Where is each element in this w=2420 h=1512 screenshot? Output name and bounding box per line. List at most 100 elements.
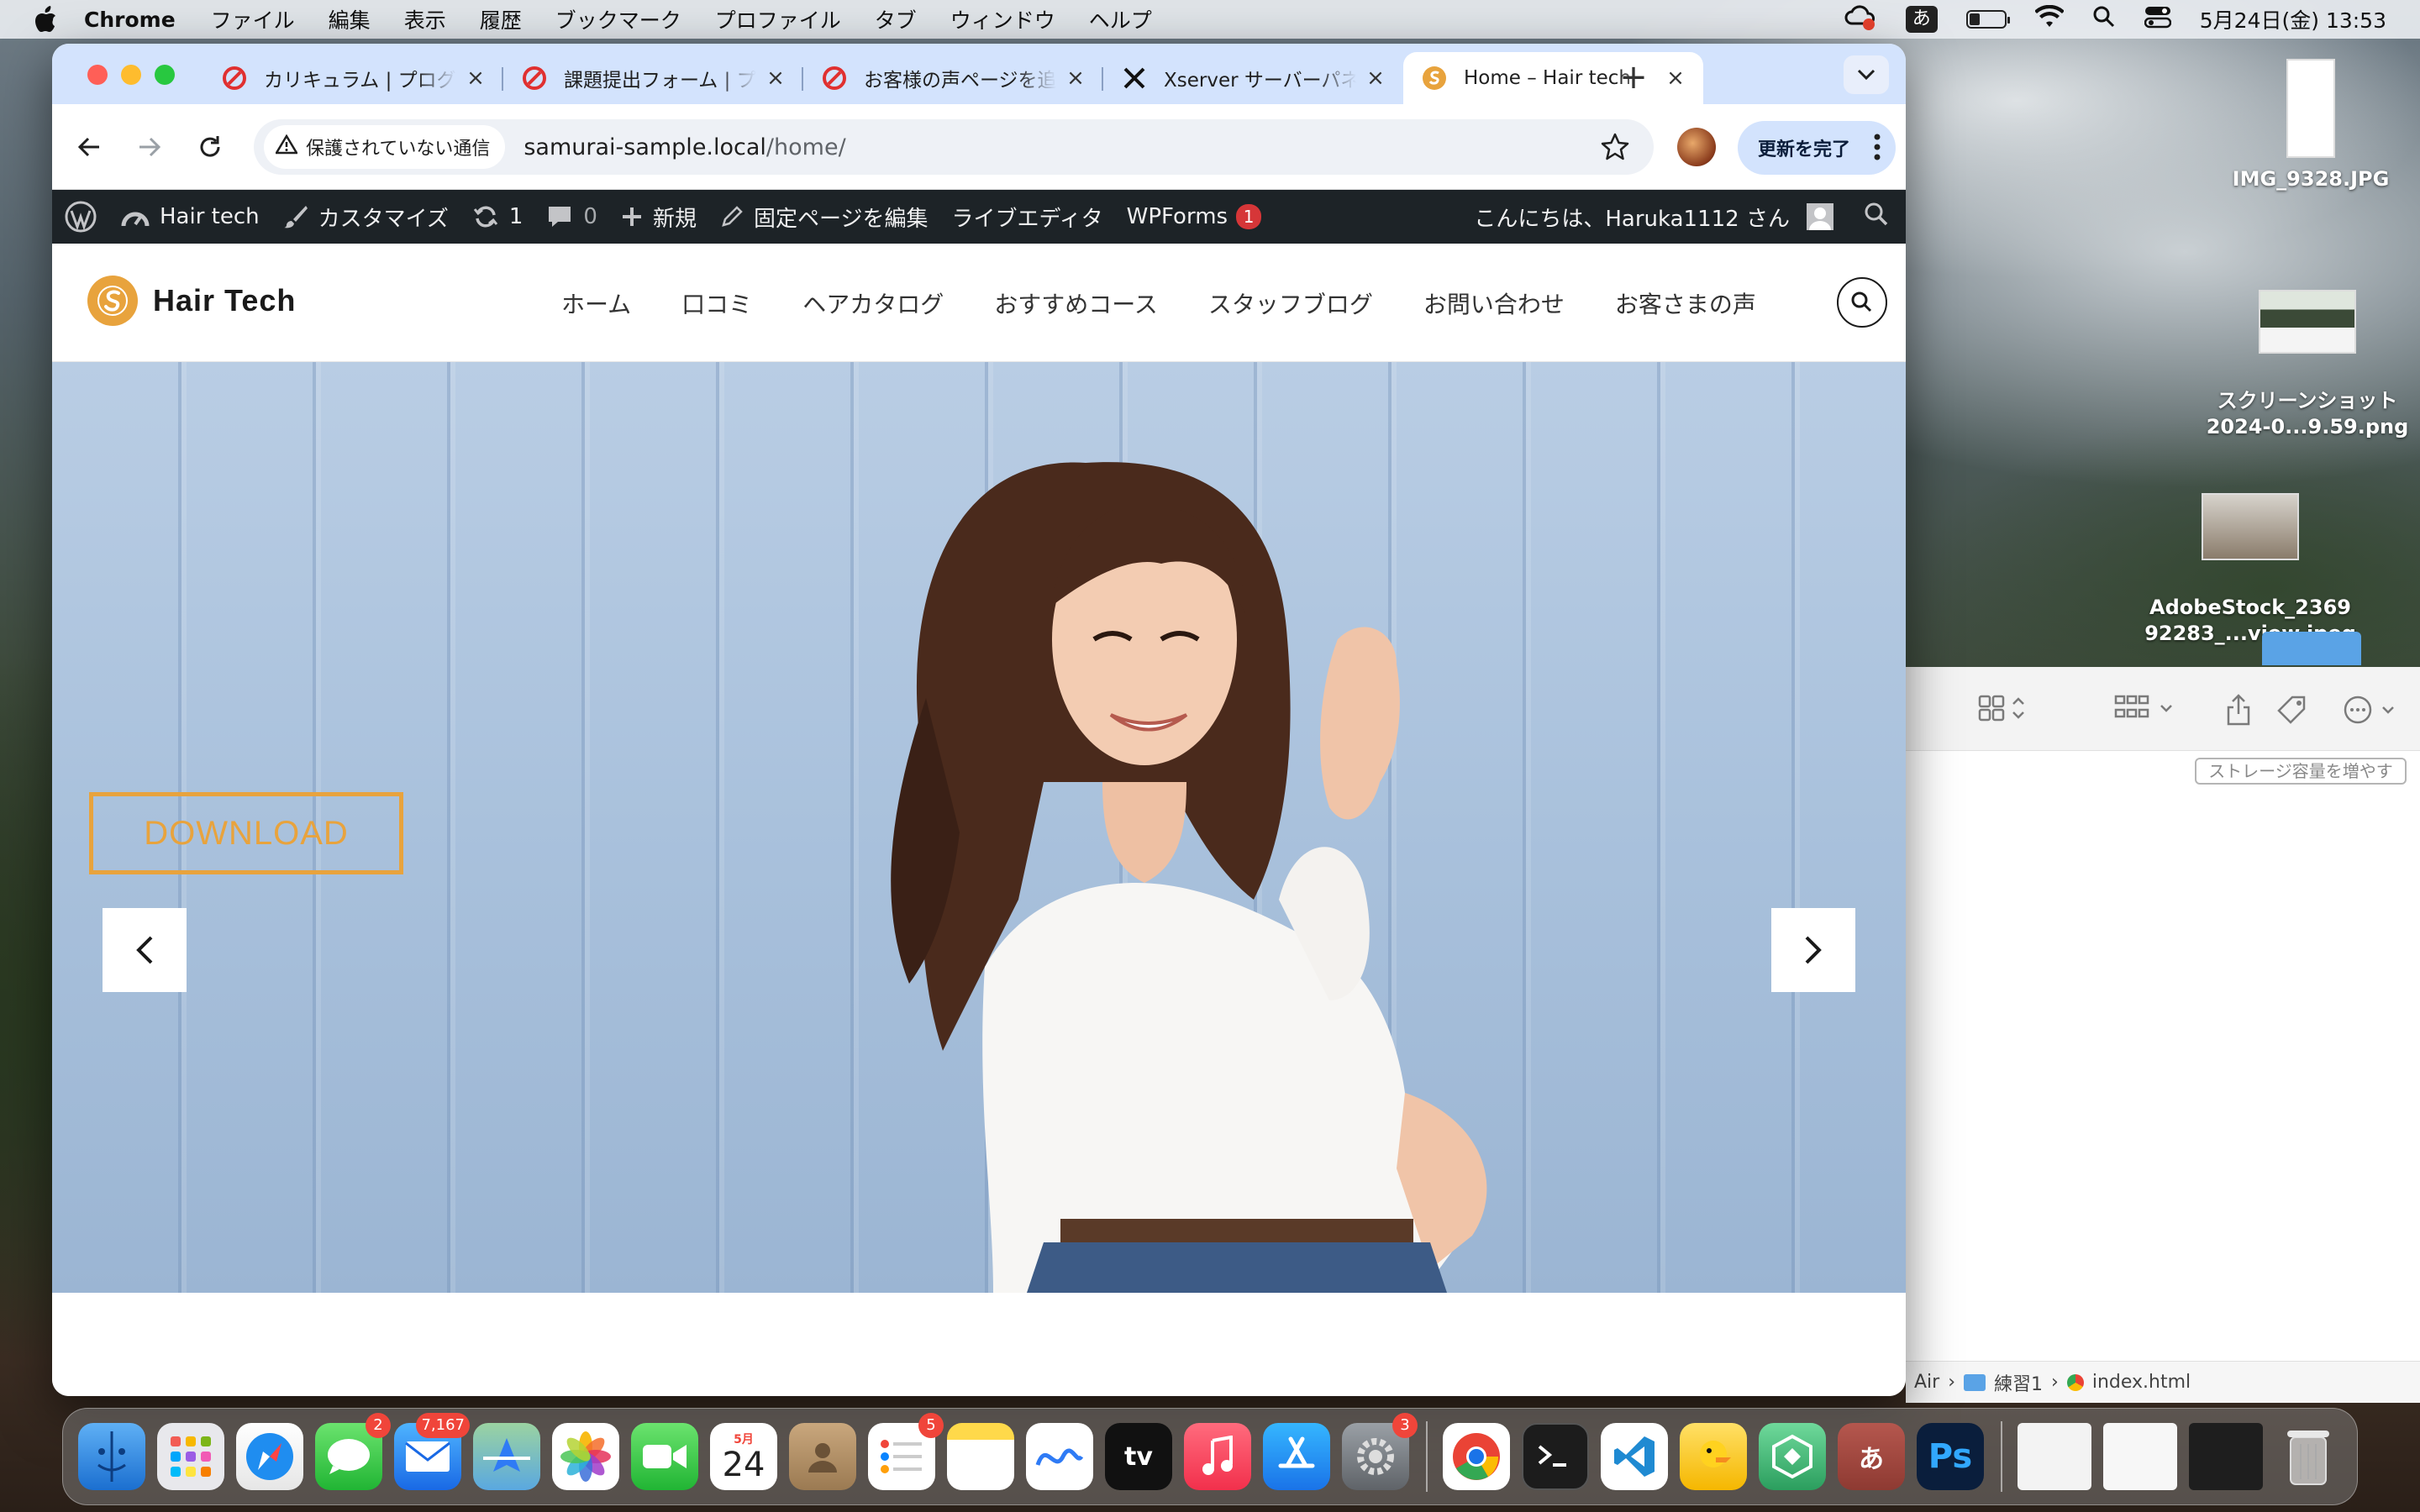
tab-xserver[interactable]: Xserver サーバーパネル ×	[1103, 52, 1403, 104]
admin-greeting[interactable]: こんにちは、Haruka1112 さん	[1474, 202, 1790, 233]
apple-tv-icon[interactable]: tv	[1105, 1423, 1172, 1490]
admin-live-editor-link[interactable]: ライブエディタ	[951, 202, 1102, 233]
launchpad-icon[interactable]	[157, 1423, 224, 1490]
menu-help[interactable]: ヘルプ	[1089, 4, 1152, 34]
tab-home-hair-tech[interactable]: Home – Hair tech ×	[1403, 52, 1703, 104]
group-by-icon[interactable]	[2114, 694, 2176, 726]
menu-tab[interactable]: タブ	[875, 4, 917, 34]
music-icon[interactable]	[1184, 1423, 1251, 1490]
tag-icon[interactable]	[2275, 694, 2309, 731]
menu-history[interactable]: 履歴	[480, 4, 522, 34]
apple-icon[interactable]	[34, 6, 59, 33]
storage-upgrade-button[interactable]: ストレージ容量を増やす	[2195, 758, 2407, 785]
admin-comments-link[interactable]: 0	[546, 204, 597, 229]
fullscreen-window-button[interactable]	[155, 65, 175, 85]
menu-bookmarks[interactable]: ブックマーク	[555, 4, 681, 34]
site-logo[interactable]: Hair Tech	[87, 276, 296, 326]
app-name[interactable]: Chrome	[84, 8, 176, 32]
tab-curriculum[interactable]: カリキュラム | プログラミング ×	[203, 52, 503, 104]
admin-updates-link[interactable]: 1	[472, 204, 523, 229]
tab-search-button[interactable]	[1844, 55, 1889, 94]
minimized-window-thumbnail[interactable]	[2103, 1423, 2177, 1490]
new-tab-button[interactable]: +	[1615, 60, 1652, 97]
notes-icon[interactable]	[947, 1423, 1014, 1490]
close-tab-icon[interactable]: ×	[765, 67, 786, 89]
slider-next-button[interactable]	[1771, 908, 1855, 992]
freeform-icon[interactable]	[1026, 1423, 1093, 1490]
bookmark-star-icon[interactable]	[1600, 132, 1630, 165]
tab-customer-voice[interactable]: お客様の声ページを追加 ×	[803, 52, 1103, 104]
maps-icon[interactable]	[473, 1423, 540, 1490]
admin-search-icon[interactable]	[1864, 202, 1889, 233]
contacts-icon[interactable]	[789, 1423, 856, 1490]
nav-contact[interactable]: お問い合わせ	[1423, 286, 1565, 320]
japanese-ime-icon[interactable]: あ	[1838, 1423, 1905, 1490]
folder-icon[interactable]	[2262, 632, 2361, 665]
minimized-window-thumbnail[interactable]	[2189, 1423, 2263, 1490]
admin-site-link[interactable]: Hair tech	[121, 204, 260, 229]
mail-icon[interactable]: 7,167	[394, 1413, 470, 1490]
control-center-icon[interactable]	[2144, 5, 2172, 34]
grid-view-icon[interactable]	[1978, 694, 2033, 726]
wifi-icon[interactable]	[2033, 4, 2065, 34]
terminal-icon[interactable]	[1522, 1423, 1589, 1490]
nav-reviews[interactable]: 口コミ	[681, 286, 752, 320]
trash-icon[interactable]	[2275, 1423, 2342, 1490]
nav-recommended-course[interactable]: おすすめコース	[994, 286, 1158, 320]
nav-home[interactable]: ホーム	[561, 286, 631, 320]
wordpress-logo-icon[interactable]	[64, 200, 97, 234]
path-item[interactable]: Air	[1914, 1372, 1939, 1393]
minimize-window-button[interactable]	[121, 65, 141, 85]
security-chip[interactable]: 保護されていない通信	[264, 125, 506, 169]
download-button[interactable]: DOWNLOAD	[89, 792, 403, 874]
facetime-icon[interactable]	[631, 1423, 698, 1490]
address-bar[interactable]: 保護されていない通信 samurai-sample.local/home/	[254, 119, 1654, 175]
reminders-icon[interactable]: 5	[868, 1413, 944, 1490]
update-button[interactable]: 更新を完了	[1738, 121, 1896, 175]
close-tab-icon[interactable]: ×	[1065, 67, 1086, 89]
battery-icon[interactable]	[1965, 10, 2010, 29]
spotlight-icon[interactable]	[2092, 5, 2116, 34]
more-actions-icon[interactable]	[2343, 694, 2402, 729]
user-avatar-icon[interactable]	[1807, 203, 1833, 230]
kebab-menu-icon[interactable]	[1874, 133, 1881, 166]
local-app-icon[interactable]	[1759, 1423, 1826, 1490]
menu-file[interactable]: ファイル	[211, 4, 295, 34]
tab-submission-form[interactable]: 課題提出フォーム | プログラミング ×	[503, 52, 803, 104]
slider-prev-button[interactable]	[103, 908, 187, 992]
clock[interactable]: 5月24日(金) 13:53	[2200, 4, 2386, 34]
menu-profiles[interactable]: プロファイル	[715, 4, 841, 34]
safari-icon[interactable]	[236, 1423, 303, 1490]
chrome-icon[interactable]	[1443, 1423, 1510, 1490]
admin-new-link[interactable]: 新規	[621, 202, 697, 233]
photos-icon[interactable]	[552, 1423, 619, 1490]
system-settings-icon[interactable]: 3	[1342, 1413, 1418, 1490]
admin-wpforms-link[interactable]: WPForms 1	[1127, 204, 1262, 229]
finder-icon[interactable]	[78, 1423, 145, 1490]
admin-customize-link[interactable]: カスタマイズ	[283, 202, 449, 233]
minimized-window-thumbnail[interactable]	[2018, 1423, 2091, 1490]
cyberduck-icon[interactable]	[1680, 1423, 1747, 1490]
back-button[interactable]	[69, 127, 109, 167]
url-text[interactable]: samurai-sample.local/home/	[523, 134, 845, 160]
admin-edit-page-link[interactable]: 固定ページを編集	[720, 202, 928, 233]
menu-window[interactable]: ウィンドウ	[950, 4, 1055, 34]
site-search-button[interactable]	[1837, 277, 1887, 328]
reload-button[interactable]	[190, 127, 230, 167]
desktop-file-screenshot[interactable]: スクリーンショット 2024-0...9.59.png	[2198, 264, 2417, 466]
profile-avatar[interactable]	[1677, 128, 1716, 166]
close-tab-icon[interactable]: ×	[1665, 67, 1686, 89]
menu-edit[interactable]: 編集	[329, 4, 371, 34]
path-item[interactable]: index.html	[2092, 1372, 2191, 1393]
nav-hair-catalog[interactable]: ヘアカタログ	[802, 286, 944, 320]
calendar-icon[interactable]: 5月 24	[710, 1423, 777, 1490]
creative-cloud-icon[interactable]	[1844, 3, 1877, 35]
share-icon[interactable]	[2225, 694, 2252, 729]
messages-icon[interactable]: 2	[315, 1413, 391, 1490]
close-tab-icon[interactable]: ×	[465, 67, 487, 89]
forward-button[interactable]	[129, 127, 170, 167]
nav-staff-blog[interactable]: スタッフブログ	[1208, 286, 1373, 320]
close-window-button[interactable]	[87, 65, 108, 85]
vscode-icon[interactable]	[1601, 1423, 1668, 1490]
photoshop-icon[interactable]: Ps	[1917, 1423, 1984, 1490]
